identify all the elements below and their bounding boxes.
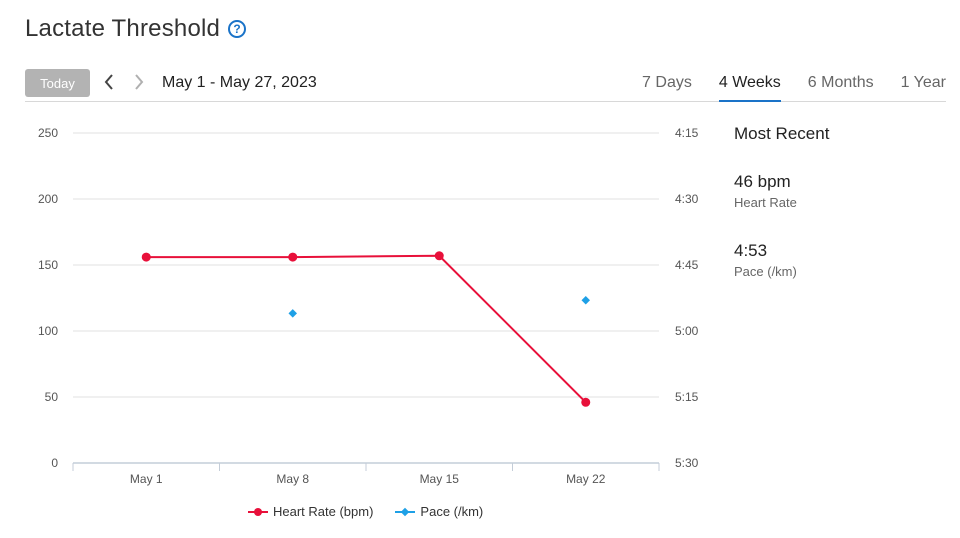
x-tick-label: May 22: [566, 472, 606, 486]
y-right-tick-label: 5:15: [675, 390, 699, 404]
x-tick-label: May 1: [130, 472, 163, 486]
y-right-tick-label: 4:45: [675, 258, 699, 272]
page-title: Lactate Threshold: [25, 15, 221, 42]
tab-6-months[interactable]: 6 Months: [808, 68, 874, 102]
tab-4-weeks[interactable]: 4 Weeks: [718, 68, 781, 102]
y-left-tick-label: 0: [51, 456, 58, 470]
y-right-tick-label: 5:30: [675, 456, 699, 470]
y-left-tick-label: 200: [38, 192, 58, 206]
x-tick-label: May 8: [276, 472, 309, 486]
legend-pace[interactable]: Pace (/km): [395, 504, 483, 519]
legend-heart-rate-marker: [248, 507, 268, 516]
legend-pace-marker: [395, 507, 416, 516]
date-range: May 1 - May 27, 2023: [162, 74, 317, 91]
tab-7-days[interactable]: 7 Days: [642, 68, 692, 102]
heart-rate-summary: 46 bpm Heart Rate: [734, 172, 797, 210]
chevron-left-icon[interactable]: [99, 71, 119, 93]
heart-rate-point: [434, 251, 444, 261]
lactate-threshold-chart: 250 200 150 100 50 0 4:15 4:30 4:45 5:00 5:15 5:30 M…: [38, 126, 699, 486]
y-right-tick-label: 4:30: [675, 192, 699, 206]
title-row: Lactate Threshold ?: [25, 12, 247, 46]
heart-rate-point: [141, 252, 151, 262]
toolbar: Today May 1 - May 27, 2023 7 Days 4 Week…: [25, 68, 946, 102]
most-recent-title: Most Recent: [734, 124, 830, 143]
today-button[interactable]: Today: [25, 69, 90, 97]
tab-1-year[interactable]: 1 Year: [901, 68, 946, 102]
pace-summary: 4:53 Pace (/km): [734, 241, 797, 279]
heart-rate-point: [581, 397, 591, 407]
heart-rate-point: [288, 252, 298, 262]
heart-rate-line: [146, 254, 587, 403]
y-right-tick-label: 5:00: [675, 324, 699, 338]
legend-pace-label: Pace (/km): [420, 504, 484, 519]
pace-value: 4:53: [734, 241, 768, 260]
heart-rate-value: 46 bpm: [734, 172, 791, 191]
y-left-tick-label: 250: [38, 126, 58, 140]
legend-heart-rate[interactable]: Heart Rate (bpm): [248, 504, 373, 519]
y-left-tick-label: 50: [45, 390, 59, 404]
most-recent-panel: Most Recent 46 bpm Heart Rate 4:53 Pace …: [734, 124, 934, 279]
heart-rate-label: Heart Rate: [734, 195, 797, 210]
legend-heart-rate-label: Heart Rate (bpm): [273, 504, 374, 519]
pace-point: [288, 309, 297, 318]
y-right-tick-label: 4:15: [675, 126, 699, 140]
question-circle-icon[interactable]: ?: [228, 20, 247, 38]
pace-point: [581, 295, 590, 305]
pace-label: Pace (/km): [734, 264, 797, 279]
y-left-tick-label: 150: [38, 258, 58, 272]
chevron-right-icon[interactable]: [129, 71, 149, 93]
range-tabs: 7 Days 4 Weeks 6 Months 1 Year: [615, 68, 946, 102]
y-left-tick-label: 100: [38, 324, 58, 338]
x-tick-label: May 15: [420, 472, 460, 486]
chart-legend: Heart Rate (bpm) Pace (/km): [248, 504, 505, 519]
